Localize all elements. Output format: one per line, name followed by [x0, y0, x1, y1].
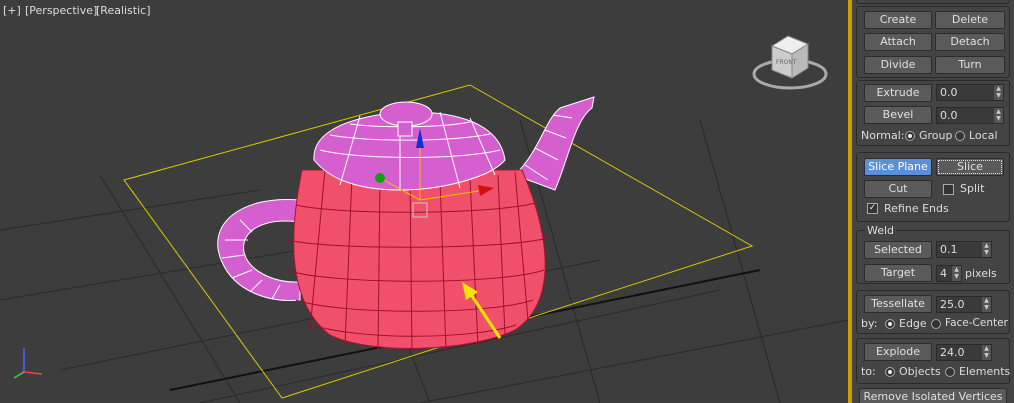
- tessellate-by-label: by:: [861, 317, 878, 330]
- bevel-spinner-arrows[interactable]: ▲ ▼: [994, 108, 1003, 123]
- weld-target-value[interactable]: 4: [940, 267, 947, 280]
- tessellate-button[interactable]: Tessellate: [864, 295, 932, 313]
- slice-plane-button[interactable]: Slice Plane: [864, 158, 932, 176]
- weld-selected-value[interactable]: 0.1: [940, 243, 958, 256]
- normal-local-radio[interactable]: [955, 131, 965, 141]
- bevel-value[interactable]: 0.0: [940, 109, 958, 122]
- bevel-button[interactable]: Bevel: [864, 106, 932, 124]
- tessellate-arrows[interactable]: ▲ ▼: [982, 297, 991, 312]
- tessellate-value[interactable]: 25.0: [940, 298, 965, 311]
- weld-target-button[interactable]: Target: [864, 264, 932, 282]
- axis-tripod: [13, 348, 43, 379]
- bevel-spinner[interactable]: 0.0 ▲ ▼: [936, 107, 1004, 124]
- delete-button[interactable]: Delete: [935, 11, 1005, 29]
- explode-to-label: to:: [861, 365, 876, 378]
- split-label: Split: [960, 182, 985, 195]
- rollout-extrude-bevel: Extrude 0.0 ▲ ▼ Bevel 0.0 ▲ ▼ Normal: Grou…: [856, 80, 1010, 146]
- viewcube[interactable]: FRONT: [752, 32, 828, 92]
- teapot-handle[interactable]: [217, 198, 301, 301]
- normal-group-radio[interactable]: [905, 131, 915, 141]
- weld-title: Weld: [865, 224, 897, 237]
- command-panel: Create Delete Attach Detach Divide Turn …: [852, 0, 1014, 403]
- remove-isolated-vertices-button[interactable]: Remove Isolated Vertices: [859, 388, 1007, 403]
- viewcube-front-face: FRONT: [776, 59, 797, 66]
- normal-local-label: Local: [969, 129, 998, 142]
- viewport-menu-plus[interactable]: [+]: [3, 4, 21, 17]
- scene-canvas[interactable]: [0, 0, 848, 403]
- slice-button[interactable]: Slice: [936, 158, 1004, 176]
- split-checkbox[interactable]: [943, 184, 954, 195]
- detach-button[interactable]: Detach: [935, 33, 1005, 51]
- divide-button[interactable]: Divide: [864, 56, 932, 74]
- explode-objects-label: Objects: [899, 365, 941, 378]
- explode-value[interactable]: 24.0: [940, 346, 965, 359]
- normal-label: Normal:: [861, 129, 905, 142]
- weld-pixels-label: pixels: [965, 267, 997, 280]
- refine-ends-checkbox[interactable]: ✓: [867, 203, 878, 214]
- rollout-tessellate: Tessellate 25.0 ▲ ▼ by: Edge Face-Center: [856, 290, 1010, 334]
- gizmo-y-arrow[interactable]: [375, 173, 385, 183]
- create-button[interactable]: Create: [864, 11, 932, 29]
- explode-spinner[interactable]: 24.0 ▲ ▼: [936, 344, 992, 361]
- teapot-lid[interactable]: [313, 101, 506, 191]
- explode-elements-label: Elements: [959, 365, 1011, 378]
- extrude-spinner-arrows[interactable]: ▲ ▼: [994, 85, 1003, 100]
- weld-target-arrows[interactable]: ▲ ▼: [952, 266, 961, 281]
- explode-objects-radio[interactable]: [885, 367, 895, 377]
- perspective-viewport[interactable]: [+] [Perspective] [Realistic] FRONT: [0, 0, 848, 403]
- extrude-value[interactable]: 0.0: [940, 86, 958, 99]
- turn-button[interactable]: Turn: [935, 56, 1005, 74]
- refine-ends-label: Refine Ends: [884, 202, 949, 215]
- attach-button[interactable]: Attach: [864, 33, 932, 51]
- weld-selected-arrows[interactable]: ▲ ▼: [982, 242, 991, 257]
- rollout-explode: Explode 24.0 ▲ ▼ to: Objects Elements: [856, 338, 1010, 384]
- rollout-weld: Weld Selected 0.1 ▲ ▼ Target 4 ▲ ▼ pixels: [856, 224, 1010, 284]
- rollout-edit-geometry-top: Create Delete Attach Detach Divide Turn: [856, 6, 1010, 78]
- extrude-button[interactable]: Extrude: [864, 84, 932, 102]
- weld-selected-button[interactable]: Selected: [864, 241, 932, 259]
- viewport-shading-label[interactable]: [Realistic]: [96, 4, 151, 17]
- viewport-view-label[interactable]: [Perspective]: [25, 4, 97, 17]
- rollout-slice: Slice Plane Slice Cut Split ✓ Refine End…: [856, 152, 1010, 222]
- weld-target-spinner[interactable]: 4 ▲ ▼: [936, 265, 962, 282]
- tessellate-face-center-label: Face-Center: [945, 317, 1008, 329]
- weld-selected-spinner[interactable]: 0.1 ▲ ▼: [936, 241, 992, 258]
- tessellate-spinner[interactable]: 25.0 ▲ ▼: [936, 296, 992, 313]
- tessellate-face-center-radio[interactable]: [931, 319, 941, 329]
- cut-button[interactable]: Cut: [864, 180, 932, 198]
- explode-arrows[interactable]: ▲ ▼: [982, 345, 991, 360]
- normal-group-label: Group: [919, 129, 953, 142]
- teapot-body[interactable]: [285, 169, 549, 353]
- explode-elements-radio[interactable]: [945, 367, 955, 377]
- tessellate-edge-radio[interactable]: [885, 319, 895, 329]
- explode-button[interactable]: Explode: [864, 343, 932, 361]
- tessellate-edge-label: Edge: [899, 317, 927, 330]
- extrude-spinner[interactable]: 0.0 ▲ ▼: [936, 84, 1004, 101]
- rollout-top-stub: [856, 0, 1010, 4]
